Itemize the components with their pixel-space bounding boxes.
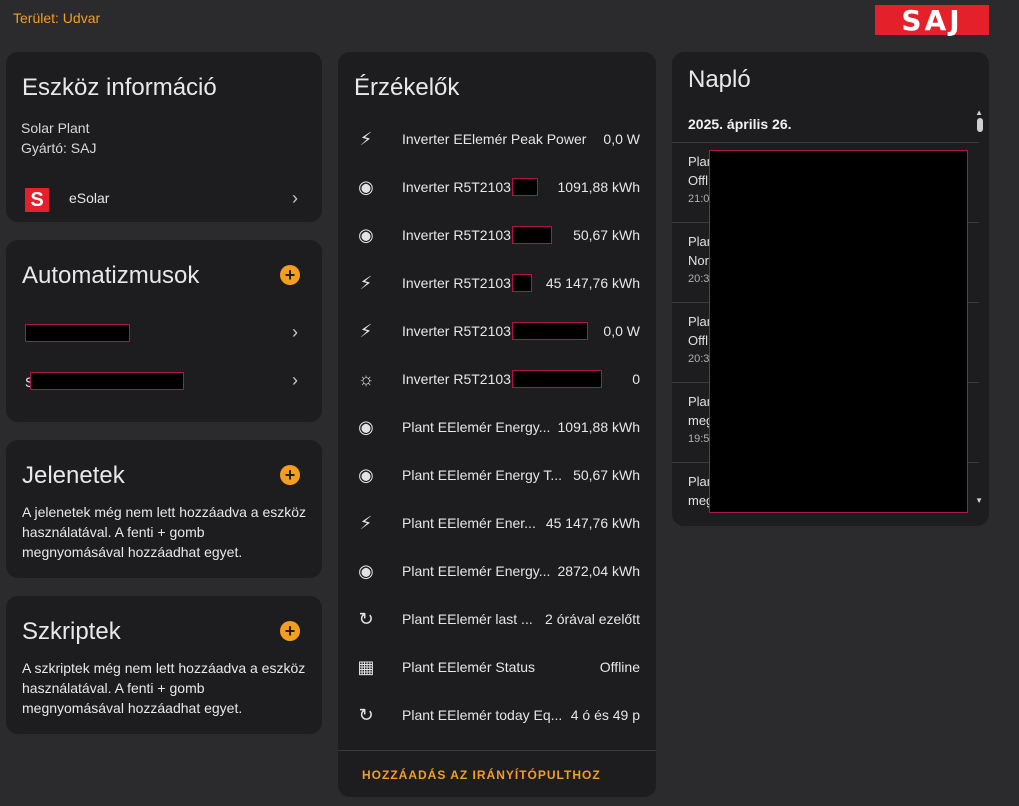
chevron-right-icon: › [292, 188, 298, 208]
sensor-row[interactable]: ◉ Inverter R5T2103 50,67 kWh [354, 211, 640, 259]
solar-power-icon: ⚡ [359, 272, 373, 293]
sensor-value: 4 ó és 49 p [570, 707, 640, 723]
sensor-row[interactable]: ⚡ Inverter EElemér Peak Power 0,0 W [354, 115, 640, 163]
sensor-value: 50,67 kWh [573, 467, 640, 483]
solar-panel-icon: ▦ [357, 656, 375, 677]
add-script-button[interactable]: + [280, 621, 300, 641]
energy-icon: ◉ [358, 416, 374, 437]
add-automation-button[interactable]: + [280, 265, 300, 285]
sensor-value: 2872,04 kWh [557, 563, 641, 579]
energy-icon: ◉ [358, 176, 374, 197]
device-model: Solar Plant [21, 120, 90, 136]
sensor-row[interactable]: ▦ Plant EElemér Status Offline [354, 643, 640, 691]
scripts-title: Szkriptek [22, 618, 121, 645]
sensor-name: Plant EElemér Energy T... [402, 467, 563, 483]
solar-power-icon: ⚡ [359, 128, 373, 149]
chevron-right-icon: › [292, 322, 298, 342]
automation-item[interactable]: › [6, 318, 322, 350]
sensor-value: 45 147,76 kWh [545, 275, 640, 291]
saj-logo: SAJ [875, 4, 989, 37]
sensor-name: Plant EElemér Energy... [402, 563, 550, 579]
divider [338, 750, 656, 751]
sensor-value: 1091,88 kWh [557, 419, 641, 435]
add-to-dashboard-button[interactable]: HOZZÁADÁS AZ IRÁNYÍTÓPULTHOZ [362, 768, 601, 782]
energy-icon: ◉ [358, 224, 374, 245]
automations-title: Automatizmusok [22, 262, 200, 289]
scroll-up-icon[interactable]: ▲ [975, 108, 983, 117]
sensor-value: 0,0 W [603, 323, 640, 339]
sensor-name: Inverter EElemér Peak Power [402, 131, 587, 147]
sensor-name: Plant EElemér Status [402, 659, 536, 675]
divider [672, 142, 979, 143]
scenes-card: Jelenetek + A jelenetek még nem lett hoz… [6, 440, 322, 578]
automations-card: Automatizmusok + › S › [6, 240, 322, 422]
sensor-name: Plant EElemér Ener... [402, 515, 536, 531]
sensor-name: Plant EElemér Energy... [402, 419, 550, 435]
redacted-automation-name [30, 372, 184, 390]
automation-item[interactable]: S › [6, 366, 322, 398]
redacted-automation-name [25, 324, 130, 342]
sensor-value: Offline [599, 659, 640, 675]
chevron-right-icon: › [292, 370, 298, 390]
sensor-value: 45 147,76 kWh [545, 515, 640, 531]
log-card: Napló 2025. április 26. Plan Offl 21:0 Plan… [672, 52, 989, 526]
scrollbar-thumb[interactable] [977, 118, 983, 132]
solar-power-icon: ⚡ [359, 512, 373, 533]
sensor-row[interactable]: ⚡ Inverter R5T2103 0,0 W [354, 307, 640, 355]
scripts-empty-text: A szkriptek még nem lett hozzáadva a esz… [22, 660, 306, 716]
sensors-card: Érzékelők ⚡ Inverter EElemér Peak Power 0,… [338, 52, 656, 797]
esolar-logo-icon: S [25, 188, 49, 212]
history-icon: ↻ [358, 704, 374, 725]
sensor-row[interactable]: ◉ Plant EElemér Energy... 1091,88 kWh [354, 403, 640, 451]
redacted-log-content [709, 150, 968, 513]
sensor-row[interactable]: ◉ Plant EElemér Energy... 2872,04 kWh [354, 547, 640, 595]
redacted-sensor-name [512, 322, 588, 340]
sensor-value: 2 órával ezelőtt [545, 611, 640, 627]
energy-icon: ◉ [358, 560, 374, 581]
scroll-down-icon[interactable]: ▼ [975, 496, 983, 505]
sensors-title: Érzékelők [354, 74, 460, 101]
integration-row-esolar[interactable]: S eSolar › [6, 180, 322, 216]
redacted-sensor-name [512, 370, 602, 388]
log-title: Napló [688, 66, 751, 93]
sensor-value: 0,0 W [603, 131, 640, 147]
redacted-sensor-name [512, 178, 538, 196]
alarm-light-icon: ☼ [357, 368, 375, 389]
solar-power-icon: ⚡ [359, 320, 373, 341]
add-scene-button[interactable]: + [280, 465, 300, 485]
log-date: 2025. április 26. [688, 116, 792, 132]
sensor-value: 1091,88 kWh [557, 179, 641, 195]
sensor-name: Plant EElemér last ... [402, 611, 533, 627]
redacted-sensor-name [512, 226, 552, 244]
sensor-row[interactable]: ↻ Plant EElemér last ... 2 órával ezelőtt [354, 595, 640, 643]
device-manufacturer: Gyártó: SAJ [21, 140, 97, 156]
integration-label: eSolar [69, 190, 110, 206]
scenes-title: Jelenetek [22, 462, 125, 489]
sensor-row[interactable]: ◉ Inverter R5T2103 1091,88 kWh [354, 163, 640, 211]
history-icon: ↻ [358, 608, 374, 629]
sensor-row[interactable]: ↻ Plant EElemér today Eq... 4 ó és 49 p [354, 691, 640, 739]
sensor-row[interactable]: ◉ Plant EElemér Energy T... 50,67 kWh [354, 451, 640, 499]
redacted-sensor-name [512, 274, 532, 292]
device-info-card: Eszköz információ Solar Plant Gyártó: SA… [6, 52, 322, 222]
sensor-row[interactable]: ⚡ Inverter R5T2103 45 147,76 kWh [354, 259, 640, 307]
scenes-empty-text: A jelenetek még nem lett hozzáadva a esz… [22, 504, 307, 560]
energy-icon: ◉ [358, 464, 374, 485]
sensor-value: 50,67 kWh [573, 227, 640, 243]
sensor-row[interactable]: ⚡ Plant EElemér Ener... 45 147,76 kWh [354, 499, 640, 547]
device-info-title: Eszköz információ [22, 74, 217, 101]
sensor-value: 0 [632, 371, 640, 387]
area-link[interactable]: Terület: Udvar [13, 10, 100, 26]
sensor-name: Plant EElemér today Eq... [402, 707, 563, 723]
scripts-card: Szkriptek + A szkriptek még nem lett hoz… [6, 596, 322, 734]
